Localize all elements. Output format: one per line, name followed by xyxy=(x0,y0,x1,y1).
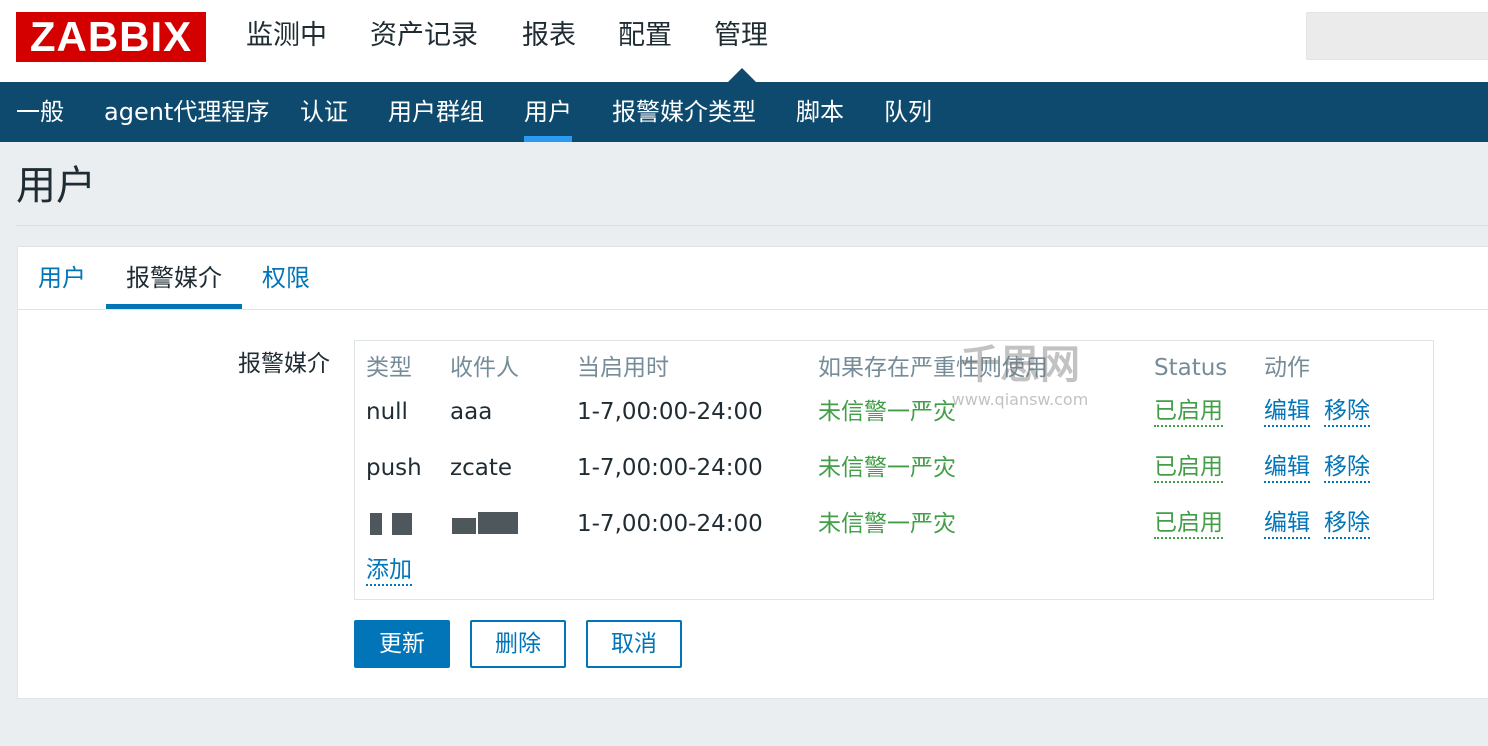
cancel-button[interactable]: 取消 xyxy=(586,620,682,668)
main-nav-inventory[interactable]: 资产记录 xyxy=(370,18,478,54)
remove-link[interactable]: 移除 xyxy=(1324,453,1370,483)
severity-cell: 未信警一严灾 xyxy=(818,511,956,537)
remove-link[interactable]: 移除 xyxy=(1324,509,1370,539)
main-nav-monitoring[interactable]: 监测中 xyxy=(246,18,327,54)
tab-permissions[interactable]: 权限 xyxy=(262,262,310,294)
tab-media[interactable]: 报警媒介 xyxy=(126,262,222,294)
remove-link[interactable]: 移除 xyxy=(1324,397,1370,427)
column-header-action: 动作 xyxy=(1264,355,1310,381)
column-header-recipient: 收件人 xyxy=(450,355,519,381)
redacted-media-type xyxy=(370,513,382,535)
edit-link[interactable]: 编辑 xyxy=(1264,397,1310,427)
main-nav-reports[interactable]: 报表 xyxy=(522,18,576,54)
sub-nav-user-groups[interactable]: 用户群组 xyxy=(388,96,484,128)
active-nav-caret xyxy=(728,68,756,82)
sub-nav-active-indicator xyxy=(524,136,572,142)
watermark-title: 千思网 xyxy=(960,342,1080,388)
status-toggle[interactable]: 已启用 xyxy=(1154,453,1223,483)
redacted-recipient xyxy=(478,512,518,534)
column-header-type: 类型 xyxy=(366,355,412,381)
top-bar: ZABBIX 监测中 资产记录 报表 配置 管理 xyxy=(0,0,1488,82)
sub-nav-general[interactable]: 一般 xyxy=(16,96,64,128)
severity-cell: 未信警一严灾 xyxy=(818,455,956,481)
redacted-media-type xyxy=(392,513,412,535)
watermark: 千思网 www.qiansw.com xyxy=(940,340,1100,420)
search-input[interactable] xyxy=(1306,12,1488,60)
zabbix-logo[interactable]: ZABBIX xyxy=(16,12,206,62)
update-button[interactable]: 更新 xyxy=(354,620,450,668)
status-toggle[interactable]: 已启用 xyxy=(1154,509,1223,539)
when-active-cell: 1-7,00:00-24:00 xyxy=(577,511,763,537)
column-header-when-active: 当启用时 xyxy=(577,355,669,381)
sub-nav-scripts[interactable]: 脚本 xyxy=(796,96,844,128)
sub-nav-media-types[interactable]: 报警媒介类型 xyxy=(612,96,756,128)
header-divider xyxy=(16,225,1488,226)
media-type-cell: null xyxy=(366,399,408,425)
page-title: 用户 xyxy=(16,163,96,209)
add-media-link[interactable]: 添加 xyxy=(366,556,412,586)
sub-nav-queue[interactable]: 队列 xyxy=(884,96,932,128)
sub-nav-proxies[interactable]: agent代理程序 xyxy=(104,96,269,128)
delete-button[interactable]: 删除 xyxy=(470,620,566,668)
sub-nav-authentication[interactable]: 认证 xyxy=(300,96,348,128)
severity-cell: 未信警一严灾 xyxy=(818,399,956,425)
main-nav-configuration[interactable]: 配置 xyxy=(618,18,672,54)
edit-link[interactable]: 编辑 xyxy=(1264,509,1310,539)
when-active-cell: 1-7,00:00-24:00 xyxy=(577,455,763,481)
sub-nav-users[interactable]: 用户 xyxy=(524,96,572,128)
recipient-cell: zcate xyxy=(450,455,512,481)
status-toggle[interactable]: 已启用 xyxy=(1154,397,1223,427)
sub-nav: 一般 agent代理程序 认证 用户群组 用户 报警媒介类型 脚本 队列 xyxy=(0,82,1488,142)
watermark-url: www.qiansw.com xyxy=(951,390,1089,409)
tab-user[interactable]: 用户 xyxy=(38,262,86,294)
recipient-cell: aaa xyxy=(450,399,493,425)
redacted-recipient xyxy=(452,518,476,534)
main-nav-administration[interactable]: 管理 xyxy=(714,18,768,54)
when-active-cell: 1-7,00:00-24:00 xyxy=(577,399,763,425)
tabs-divider xyxy=(17,309,1488,310)
column-header-status: Status xyxy=(1154,355,1228,381)
edit-link[interactable]: 编辑 xyxy=(1264,453,1310,483)
media-field-label: 报警媒介 xyxy=(238,351,330,377)
media-type-cell: push xyxy=(366,455,422,481)
